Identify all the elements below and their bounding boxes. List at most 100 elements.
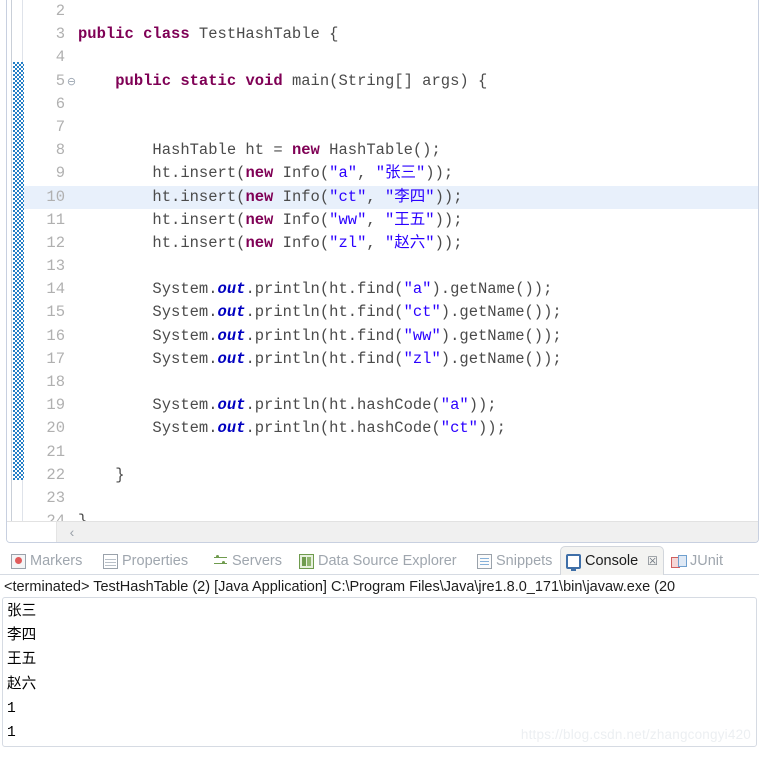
code-text: HashTable ht = new HashTable(); (78, 141, 441, 160)
line-number: 2 (55, 2, 65, 20)
line-number: 15 (46, 303, 65, 322)
code-text: System.out.println(ht.hashCode("ct")); (78, 419, 506, 438)
tab-label: Snippets (496, 553, 553, 569)
code-line-11[interactable]: 11 ht.insert(new Info("ww", "王五")); (24, 209, 758, 232)
line-number: 10 (46, 187, 65, 206)
code-line-22[interactable]: 22 } (24, 464, 758, 487)
code-line-3[interactable]: 3 public class TestHashTable { (24, 23, 758, 46)
code-line-19[interactable]: 19 System.out.println(ht.hashCode("a")); (24, 394, 758, 417)
console-status-line: <terminated> TestHashTable (2) [Java App… (0, 575, 759, 597)
code-line-21[interactable]: 21 (24, 441, 758, 464)
markers-icon (11, 553, 26, 569)
code-line-6[interactable]: 6 (24, 93, 758, 116)
editor-horizontal-scrollbar[interactable]: ‹ (7, 521, 758, 542)
tab-markers[interactable]: Markers (6, 547, 87, 575)
tab-snippets[interactable]: Snippets (472, 547, 557, 575)
code-line-17[interactable]: 17 System.out.println(ht.find("zl").getN… (24, 348, 758, 371)
eclipse-ide-window: 2 3 public class TestHashTable {4 5 ⊖ public… (0, 0, 759, 758)
line-number: 23 (46, 488, 65, 507)
code-line-7[interactable]: 7 (24, 116, 758, 139)
tab-label: Data Source Explorer (318, 553, 457, 569)
code-line-23[interactable]: 23 (24, 487, 758, 510)
code-line-20[interactable]: 20 System.out.println(ht.hashCode("ct"))… (24, 417, 758, 440)
scrollbar-track[interactable] (7, 522, 57, 542)
java-code-editor[interactable]: 2 3 public class TestHashTable {4 5 ⊖ public… (6, 0, 759, 543)
database-icon (299, 553, 314, 569)
line-number: 20 (46, 419, 65, 438)
code-text: ht.insert(new Info("ct", "李四")); (78, 187, 463, 206)
code-line-5[interactable]: 5 ⊖ public static void main(String[] args… (24, 70, 758, 93)
snippets-icon (477, 553, 492, 569)
editor-viewport[interactable]: 2 3 public class TestHashTable {4 5 ⊖ public… (7, 0, 758, 521)
code-line-2[interactable]: 2 (24, 0, 758, 23)
line-number: 24 (24, 510, 65, 521)
console-output-line: 赵六 (7, 676, 37, 693)
line-number: 3 (55, 25, 65, 44)
code-text: System.out.println(ht.hashCode("a")); (78, 396, 497, 415)
line-number: 11 (46, 210, 65, 229)
console-output-line: 1 (7, 700, 16, 717)
console-icon (566, 553, 581, 571)
tab-junit[interactable]: JUnit (666, 547, 728, 575)
line-number: 12 (46, 233, 65, 252)
line-number: 4 (55, 48, 65, 67)
bottom-views-panel: Markers Properties Servers Data Source Expl… (0, 543, 759, 758)
junit-icon (671, 554, 687, 569)
code-line-13[interactable]: 13 (24, 255, 758, 278)
fold-collapse-icon[interactable]: ⊖ (65, 70, 78, 93)
tab-label: Servers (232, 553, 282, 569)
console-output-line: 张三 (7, 604, 37, 620)
tab-label: JUnit (690, 553, 724, 569)
tab-console[interactable]: Console ☒ (560, 546, 664, 575)
change-bar-indicator (13, 62, 24, 480)
code-text: ht.insert(new Info("a", "张三")); (78, 164, 454, 183)
tab-label: Markers (30, 553, 83, 569)
code-text: System.out.println(ht.find("a").getName(… (78, 280, 553, 299)
line-number: 7 (55, 117, 65, 136)
close-icon[interactable]: ☒ (647, 554, 658, 568)
tab-data-source-explorer[interactable]: Data Source Explorer (294, 547, 462, 575)
console-output-area[interactable]: 张三李四王五赵六 1 1 (2, 597, 757, 747)
code-text: public class TestHashTable { (78, 25, 339, 44)
console-output-line: 王五 (7, 652, 37, 669)
code-lines-container[interactable]: 2 3 public class TestHashTable {4 5 ⊖ public… (24, 0, 758, 521)
code-line-24[interactable]: 24} (24, 510, 758, 521)
code-text: ht.insert(new Info("ww", "王五")); (78, 210, 463, 229)
code-line-9[interactable]: 9 ht.insert(new Info("a", "张三")); (24, 162, 758, 185)
code-line-14[interactable]: 14 System.out.println(ht.find("a").getNa… (24, 278, 758, 301)
line-number: 21 (46, 442, 65, 461)
servers-icon (213, 554, 228, 569)
line-number: 22 (46, 465, 65, 484)
line-number: 17 (46, 349, 65, 368)
code-line-4[interactable]: 4 (24, 46, 758, 69)
code-line-16[interactable]: 16 System.out.println(ht.find("ww").getN… (24, 325, 758, 348)
code-line-10[interactable]: 10 ht.insert(new Info("ct", "李四")); (24, 185, 758, 209)
code-text: System.out.println(ht.find("ct").getName… (78, 303, 562, 322)
line-number: 19 (46, 396, 65, 415)
line-number: 9 (55, 164, 65, 183)
code-line-8[interactable]: 8 HashTable ht = new HashTable(); (24, 139, 758, 162)
line-number: 16 (46, 326, 65, 345)
code-line-18[interactable]: 18 (24, 371, 758, 394)
line-number: 5 (55, 71, 65, 90)
line-number: 8 (55, 141, 65, 160)
code-text: System.out.println(ht.find("zl").getName… (78, 349, 562, 368)
code-text: public static void main(String[] args) { (115, 71, 488, 90)
scroll-left-arrow-icon[interactable]: ‹ (64, 523, 80, 541)
code-line-15[interactable]: 15 System.out.println(ht.find("ct").getN… (24, 301, 758, 324)
tab-servers[interactable]: Servers (208, 547, 287, 575)
code-text: } (78, 510, 87, 521)
properties-icon (103, 553, 118, 569)
view-tab-bar[interactable]: Markers Properties Servers Data Source Expl… (0, 543, 759, 575)
editor-change-bar (11, 0, 24, 521)
line-number: 6 (55, 94, 65, 113)
tab-label: Properties (122, 553, 189, 569)
line-number: 14 (46, 280, 65, 299)
code-text: System.out.println(ht.find("ww").getName… (78, 326, 562, 345)
tab-properties[interactable]: Properties (98, 547, 193, 575)
code-line-12[interactable]: 12 ht.insert(new Info("zl", "赵六")); (24, 232, 758, 255)
code-text: } (78, 465, 125, 484)
console-output-line: 李四 (7, 628, 37, 645)
tab-label: Console (585, 553, 639, 569)
console-output-line: 1 (7, 725, 16, 742)
